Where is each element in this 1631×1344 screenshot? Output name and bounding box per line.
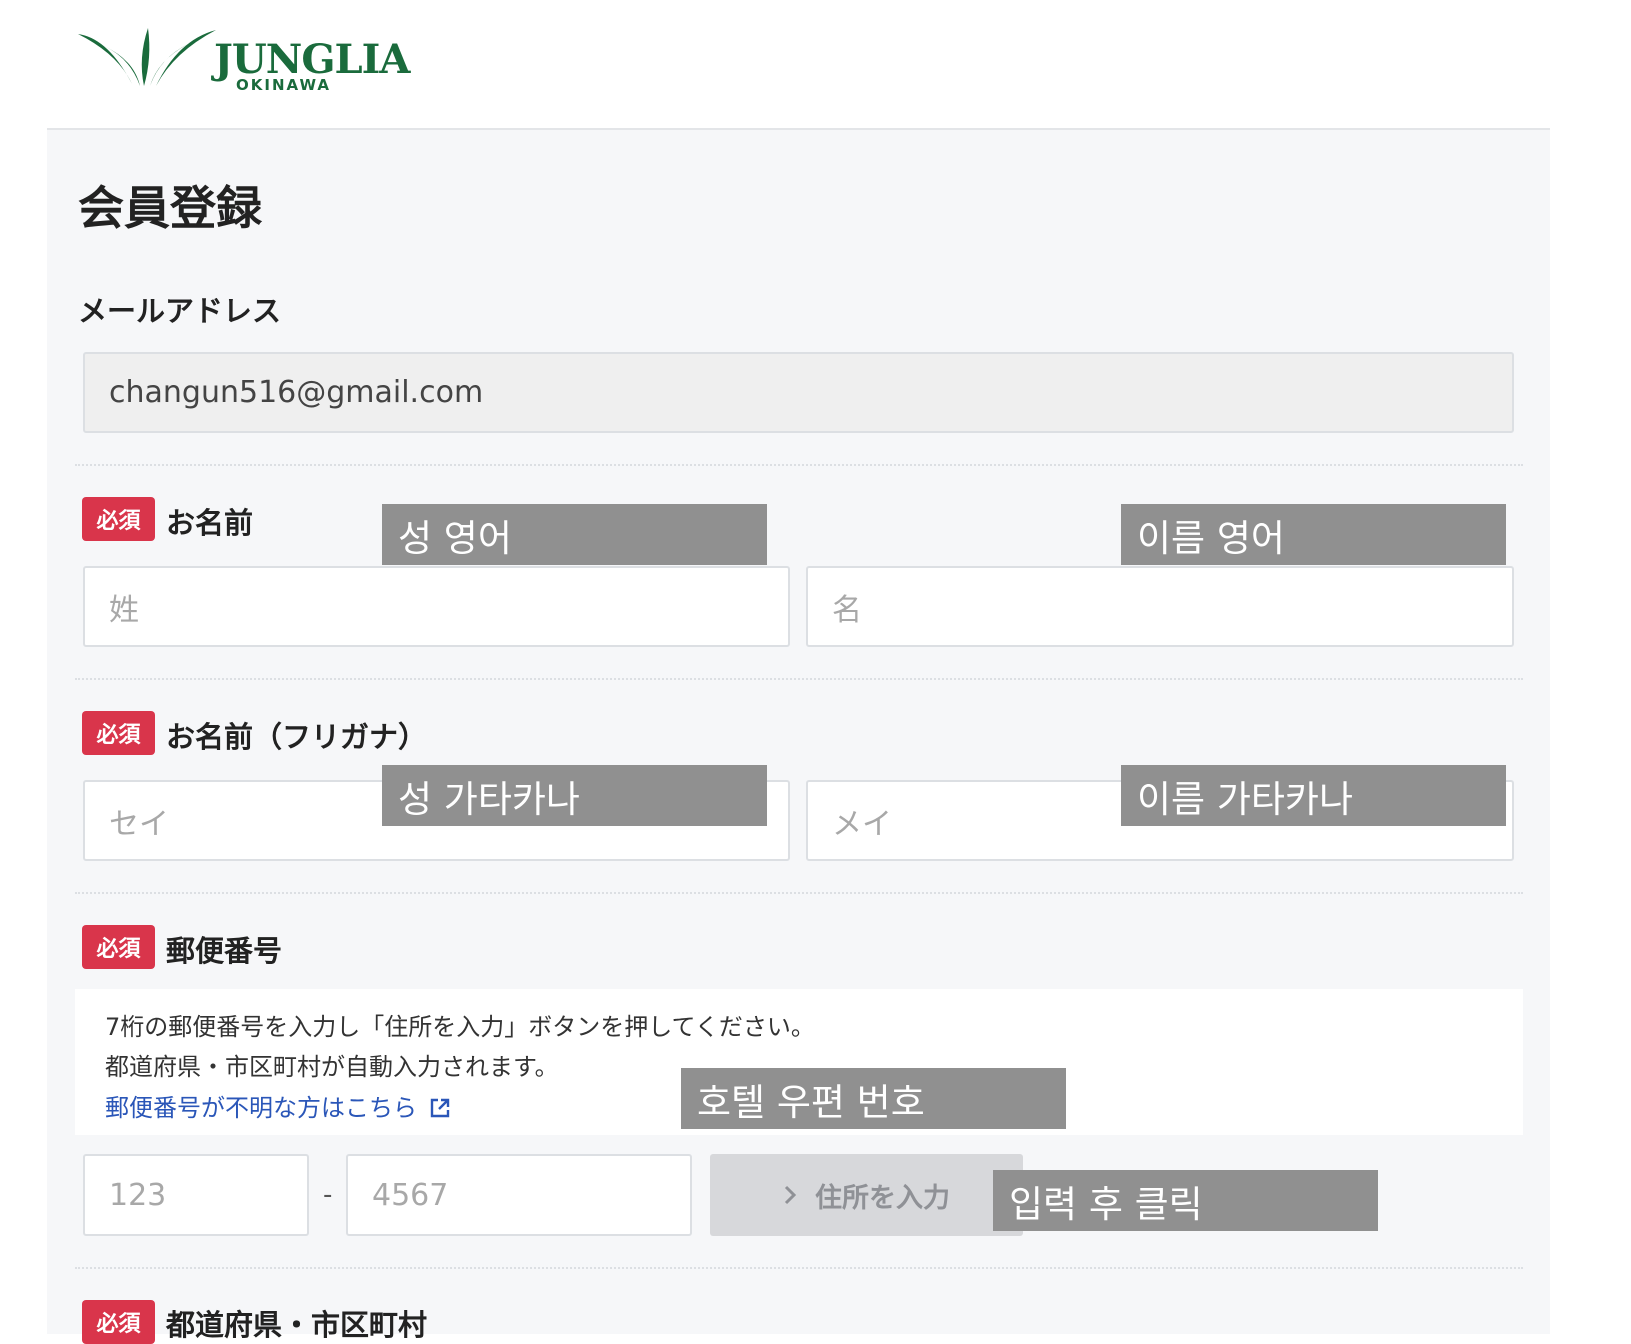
first-name-placeholder: 名 [832,592,862,628]
postal-help-link-text: 郵便番号が不明な方はこちら [105,1094,417,1122]
email-value: changun516@gmail.com [109,375,484,410]
annotation-last-name-en: 성 영어 [382,504,767,565]
annotation-click-after: 입력 후 클릭 [993,1170,1378,1231]
annotation-last-name-kana: 성 가타카나 [382,765,767,826]
enter-address-label: 住所を入力 [815,1182,950,1214]
last-name-placeholder: 姓 [109,592,139,628]
external-link-icon [430,1098,449,1118]
first-name-kana-placeholder: メイ [832,806,892,842]
divider [75,1267,1523,1269]
last-name-input[interactable]: 姓 [83,566,790,647]
required-badge: 必須 [82,925,155,969]
chevron-right-icon [784,1185,797,1205]
postal-info-line: 都道府県・市区町村が自動入力されます。 [105,1053,559,1081]
enter-address-button[interactable]: 住所を入力 [710,1154,1023,1236]
postal-label: 郵便番号 [166,934,283,968]
first-name-input[interactable]: 名 [806,566,1514,647]
name-label: お名前 [166,506,254,540]
postal-part2-placeholder: 4567 [372,1177,449,1213]
junglia-logo[interactable]: JUNGLIA OKINAWA [78,28,410,98]
annotation-first-name-kana: 이름 가타카나 [1121,765,1506,826]
postal-code-part2-input[interactable]: 4567 [346,1154,692,1236]
required-badge: 必須 [82,1300,155,1344]
postal-info-line: 7桁の郵便番号を入力し「住所を入力」ボタンを押してください。 [105,1013,815,1041]
annotation-hotel-postal: 호텔 우편 번호 [681,1068,1066,1129]
divider [75,678,1523,680]
page-title: 会員登録 [78,181,262,235]
required-badge: 必須 [82,711,155,755]
annotation-first-name-en: 이름 영어 [1121,504,1506,565]
required-badge: 必須 [82,497,155,541]
email-field[interactable]: changun516@gmail.com [83,352,1514,433]
postal-separator: - [323,1180,333,1210]
logo-subtitle: OKINAWA [236,76,331,94]
divider [75,892,1523,894]
postal-code-part1-input[interactable]: 123 [83,1154,309,1236]
postal-help-link[interactable]: 郵便番号が不明な方はこちら [105,1088,451,1123]
last-name-kana-placeholder: セイ [109,806,169,842]
site-header: JUNGLIA OKINAWA [0,0,1631,128]
divider [75,464,1523,466]
furigana-label: お名前（フリガナ） [166,720,428,754]
email-label: メールアドレス [78,294,282,328]
postal-part1-placeholder: 123 [109,1177,167,1213]
prefecture-label: 都道府県・市区町村 [166,1308,428,1342]
leaf-logo-icon [78,28,216,86]
